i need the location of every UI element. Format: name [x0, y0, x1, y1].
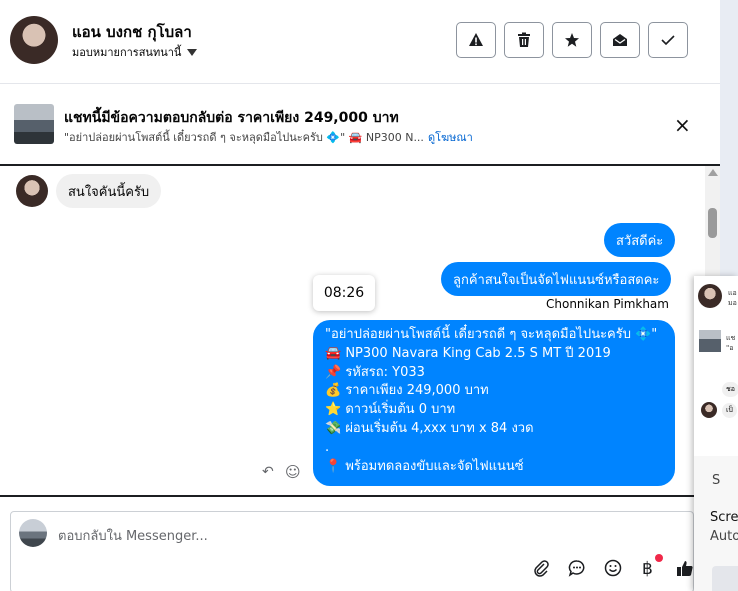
notification-line: Scre: [710, 510, 738, 525]
message-line: 💸 ผ่อนเริ่มต้น 4,xxx บาท x 84 งวด: [325, 420, 534, 436]
ad-context-bar: แชทนี้มีข้อความตอบกลับต่อ ราคาเพียง 249,…: [0, 85, 720, 163]
warning-icon: [469, 33, 483, 46]
side-contact-avatar: [698, 284, 722, 308]
ad-thumbnail[interactable]: [14, 104, 54, 144]
ad-snippet: "อย่าปล่อยผ่านโพสต์นี้ เดี๋ยวรถดี ๆ จะหล…: [64, 131, 424, 144]
mark-unread-button[interactable]: [600, 22, 640, 58]
message-line: 💰 ราคาเพียง 249,000 บาท: [325, 383, 489, 399]
caret-down-icon: [187, 48, 198, 56]
time-tooltip: 08:26: [313, 275, 375, 311]
react-emoji-icon[interactable]: ☺: [285, 463, 301, 481]
star-button[interactable]: [552, 22, 592, 58]
message-line: 📌 รหัสรถ: Y033: [325, 364, 425, 380]
sender-name: Chonnikan Pimkham: [546, 297, 669, 311]
side-contact-avatar-small: [701, 402, 717, 418]
check-icon: [661, 35, 675, 46]
notification-title: S: [712, 473, 721, 488]
scrollbar-thumb[interactable]: [708, 208, 717, 238]
envelope-open-icon: [613, 34, 627, 46]
mark-done-button[interactable]: [648, 22, 688, 58]
view-ad-link[interactable]: ดูโฆษณา: [428, 131, 473, 144]
outgoing-message[interactable]: ลูกค้าสนใจเป็นจัดไฟแนนซ์หรือสดคะ: [441, 262, 672, 296]
incoming-message[interactable]: สนใจคันนี้ครับ: [56, 174, 162, 208]
side-message: ชอ: [722, 382, 738, 397]
outgoing-message-long[interactable]: "อย่าปล่อยผ่านโพสต์นี้ เดี๋ยวรถดี ๆ จะหล…: [313, 320, 675, 486]
message-line: 🚘 NP300 Navara King Cab 2.5 S MT ปี 2019: [325, 345, 611, 361]
message-line: .: [325, 439, 330, 455]
contact-avatar[interactable]: [10, 16, 58, 64]
contact-name[interactable]: แอน บงกช กุโบลา: [72, 20, 192, 44]
chat-bubble-icon[interactable]: [568, 559, 586, 582]
notification-line: Auto: [710, 529, 738, 544]
ad-snippet-line: "อย่าปล่อยผ่านโพสต์นี้ เดี๋ยวรถดี ๆ จะหล…: [64, 128, 473, 146]
side-ad-thumbnail: [699, 330, 721, 352]
thumbs-up-icon[interactable]: [676, 559, 694, 582]
notification-dot: [655, 554, 663, 562]
composer: ตอบกลับใน Messenger... ฿: [0, 499, 700, 591]
conversation-header: แอน บงกช กุโบลา มอบหมายการสนทนานี้: [0, 0, 720, 84]
baht-icon[interactable]: ฿: [642, 559, 653, 579]
close-icon[interactable]: ×: [674, 113, 691, 137]
side-ad-sub: "อ: [726, 344, 734, 352]
contact-avatar-small: [16, 175, 48, 207]
message-line: 📍 พร้อมทดลองขับและจัดไฟแนนซ์: [325, 458, 524, 474]
star-icon: [565, 33, 579, 47]
message-thread[interactable]: สนใจคันนี้ครับ สวัสดีค่ะ ลูกค้าสนใจเป็นจ…: [0, 164, 720, 497]
assign-conversation-dropdown[interactable]: มอบหมายการสนทนานี้: [72, 43, 198, 61]
paperclip-icon[interactable]: [532, 559, 550, 582]
assign-label: มอบหมายการสนทนานี้: [72, 46, 182, 59]
side-contact-sub: มอ: [728, 299, 737, 307]
page-avatar: [19, 519, 47, 547]
outgoing-message[interactable]: สวัสดีค่ะ: [604, 223, 676, 257]
message-line: "อย่าปล่อยผ่านโพสต์นี้ เดี๋ยวรถดี ๆ จะหล…: [325, 327, 658, 342]
reply-input[interactable]: [10, 511, 694, 591]
emoji-icon[interactable]: [604, 559, 622, 582]
reply-placeholder[interactable]: ตอบกลับใน Messenger...: [58, 525, 208, 546]
trash-icon: [518, 32, 530, 47]
notification-button[interactable]: [712, 566, 738, 591]
scroll-up-arrow-icon[interactable]: [708, 169, 718, 176]
ad-title: แชทนี้มีข้อความตอบกลับต่อ ราคาเพียง 249,…: [64, 110, 399, 126]
delete-button[interactable]: [504, 22, 544, 58]
side-message: เป็: [722, 403, 737, 418]
message-line: ⭐ ดาวน์เริ่มต้น 0 บาท: [325, 402, 456, 418]
reply-icon[interactable]: ↶: [262, 464, 274, 480]
mark-spam-button[interactable]: [456, 22, 496, 58]
